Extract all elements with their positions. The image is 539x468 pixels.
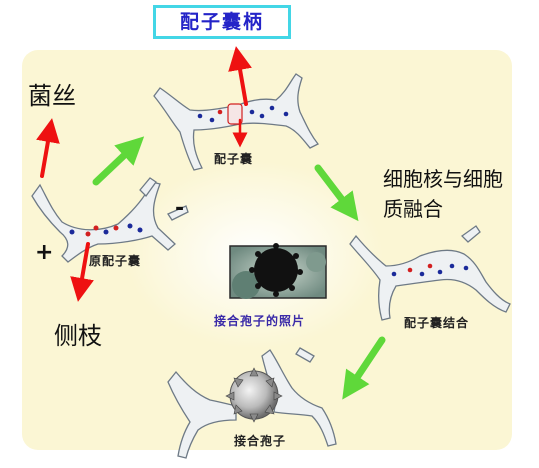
stage-gametangia-fusion (349, 225, 511, 321)
zygospore-photo (229, 243, 327, 299)
gametangia-fusion-label: 配子囊结合 (404, 316, 470, 330)
suspensor-label: 配子囊柄 (153, 5, 291, 39)
hypha-label: 菌丝 (28, 82, 76, 110)
life-cycle-diagram (31, 46, 511, 459)
hypha-arrow (36, 118, 60, 178)
suspensor-arrow-up (228, 46, 252, 106)
lateral-branch-label: 侧枝 (54, 322, 102, 350)
stage-progametangium (31, 177, 189, 263)
photo-caption: 接合孢子的照片 (214, 314, 306, 328)
zygospore-label: 接合孢子 (234, 434, 287, 448)
gametangium-label: 配子囊 (214, 152, 254, 166)
minus-sign: - (175, 196, 185, 221)
cycle-arrow-3 (342, 336, 386, 400)
nuclear-fusion-label: 细胞核与细胞质融合 (383, 167, 503, 221)
progametangium-label: 原配子囊 (89, 254, 142, 268)
cycle-arrow-2 (314, 164, 359, 222)
plus-sign: + (35, 240, 54, 265)
cycle-arrow-1 (92, 136, 145, 186)
